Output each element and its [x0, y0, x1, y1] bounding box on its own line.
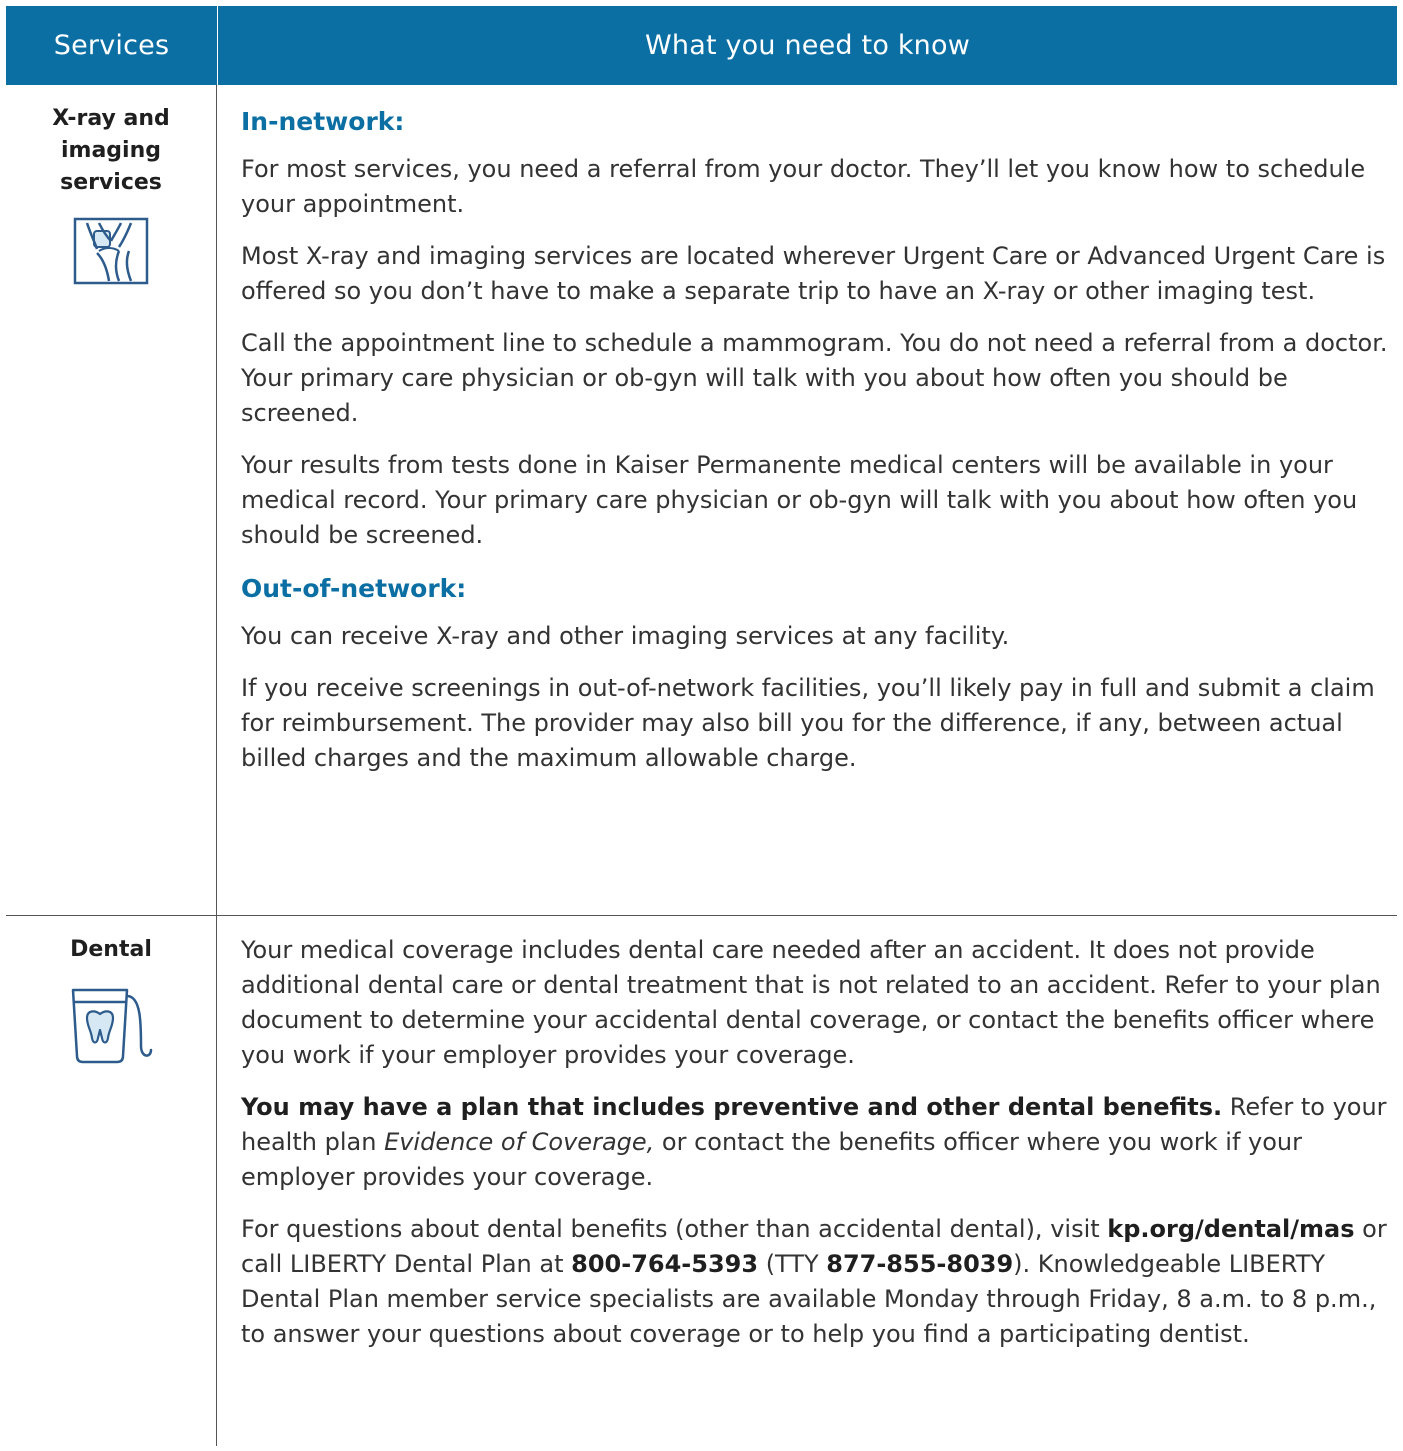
phone-number: 800-764-5393 — [571, 1250, 759, 1278]
tooth-floss-icon — [71, 988, 153, 1064]
services-table: Services What you need to know X-ray and… — [6, 6, 1397, 1446]
paragraph: Your results from tests done in Kaiser P… — [241, 451, 1358, 549]
service-label: Dental — [70, 937, 152, 962]
bold-text: You may have a plan that includes preven… — [241, 1093, 1223, 1121]
dental-link[interactable]: kp.org/dental/mas — [1107, 1215, 1354, 1243]
out-of-network-heading: Out-of-network: — [241, 574, 467, 603]
text: (TTY — [758, 1250, 827, 1278]
table-header: Services What you need to know — [6, 6, 1397, 85]
paragraph: Most X-ray and imaging services are loca… — [241, 242, 1386, 305]
paragraph: For questions about dental benefits (oth… — [241, 1212, 1389, 1352]
service-cell: X-ray and imaging services — [6, 85, 217, 915]
header-what-you-need-to-know: What you need to know — [644, 30, 970, 61]
service-label: X-ray and imaging services — [52, 106, 170, 195]
header-services: Services — [6, 6, 218, 85]
info-cell: In-network: For most services, you need … — [217, 85, 1397, 915]
paragraph: For most services, you need a referral f… — [241, 155, 1366, 218]
paragraph: If you receive screenings in out-of-netw… — [241, 674, 1375, 772]
tty-number: 877-855-8039 — [826, 1250, 1014, 1278]
info-cell: Your medical coverage includes dental ca… — [217, 916, 1397, 1446]
paragraph: Call the appointment line to schedule a … — [241, 329, 1388, 427]
service-cell: Dental — [6, 916, 217, 1446]
evidence-of-coverage-text: Evidence of Coverage, — [384, 1128, 655, 1156]
table-row: X-ray and imaging services In-network: F… — [6, 85, 1397, 915]
paragraph: You may have a plan that includes preven… — [241, 1090, 1389, 1195]
paragraph: You can receive X-ray and other imaging … — [241, 622, 1010, 650]
in-network-heading: In-network: — [241, 107, 405, 136]
knee-joint-icon — [73, 217, 149, 285]
text: For questions about dental benefits (oth… — [241, 1215, 1108, 1243]
paragraph: Your medical coverage includes dental ca… — [241, 936, 1381, 1069]
table-row: Dental Your medical coverage includes de… — [6, 915, 1397, 1446]
